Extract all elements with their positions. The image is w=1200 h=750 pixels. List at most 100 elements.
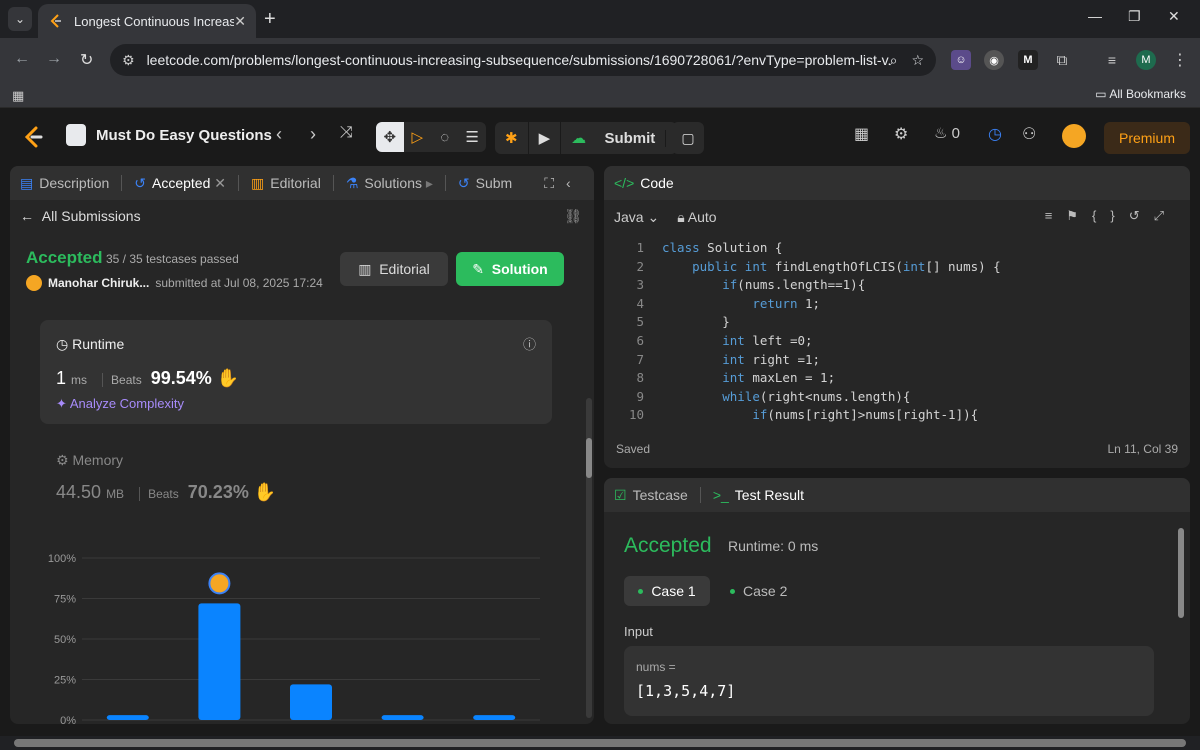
tab-solutions[interactable]: ⚗ Solutions ▸ [346,175,433,192]
distribution-bar[interactable] [198,603,241,720]
shuffle-icon[interactable]: ⤨ [340,124,353,142]
code-line[interactable]: 6 int left =0; [604,333,1190,352]
reset-icon[interactable]: ↺ [1129,208,1154,223]
code-line[interactable]: 5 } [604,314,1190,333]
media-icon[interactable]: ≡ [1102,50,1122,70]
bookmark-star-icon[interactable]: ☆ [911,52,924,69]
bookmarks-bar: ▦ ▭ All Bookmarks [0,82,1200,108]
tab-search-icon[interactable]: ⌄ [8,7,32,31]
medium-extension-icon[interactable]: M [1018,50,1038,70]
tab-description[interactable]: ▤ Description [20,175,109,192]
author-avatar[interactable] [26,275,42,291]
distribution-bar[interactable] [381,715,424,720]
your-submission-avatar[interactable] [208,572,231,595]
streak-counter[interactable]: ♨ 0 [934,124,960,142]
author-name[interactable]: Manohar Chiruk... [48,276,149,290]
auto-mode[interactable]: 🔒︎ Auto [677,209,716,226]
browser-menu-icon[interactable]: ⋮ [1170,50,1190,70]
horizontal-scrollbar[interactable] [0,736,1200,750]
case-2-tab[interactable]: Case 2 [730,576,787,606]
solution-button[interactable]: ✎ Solution [456,252,564,286]
collapse-icon[interactable]: ‹ [566,175,571,191]
share-link-icon[interactable]: ⛓ [564,208,582,225]
submit-button[interactable]: ☁ Submit [561,122,678,154]
restore-icon[interactable]: ❐ [1128,8,1141,25]
user-avatar[interactable] [1062,124,1086,148]
problem-list-button[interactable]: Must Do Easy Questions [66,124,272,146]
distribution-bar[interactable] [473,715,516,720]
timer-icon[interactable]: ◷ [988,124,1002,144]
settings-gear-icon[interactable]: ⚙ [894,124,908,144]
format-icon[interactable]: ≡ [1045,208,1067,223]
apps-grid-icon[interactable]: ▦ [12,88,24,104]
test-scrollbar[interactable] [1178,528,1184,618]
language-select[interactable]: Java ⌄ [614,209,659,226]
expand-icon[interactable]: ⤢ [1154,208,1178,223]
tab-test-result[interactable]: >_ Test Result [713,487,804,503]
tab-code[interactable]: </> Code [614,175,674,191]
line-number: 8 [636,370,644,386]
maximize-icon[interactable]: ⛶ [544,175,554,192]
forward-icon[interactable]: → [46,50,62,68]
tab-editorial[interactable]: ▥ Editorial [251,175,321,192]
extension-icon[interactable]: ☺ [951,50,971,70]
close-window-icon[interactable]: ✕ [1168,8,1180,25]
premium-button[interactable]: Premium [1104,122,1190,154]
distribution-bar[interactable] [106,715,149,720]
close-tab-icon[interactable]: ✕ [234,13,246,30]
code-line[interactable]: 8 int maxLen = 1; [604,370,1190,389]
leetcode-logo-icon[interactable] [22,126,44,148]
bookmark-icon[interactable]: ⚑ [1066,208,1092,223]
address-bar[interactable]: ⚙ leetcode.com/problems/longest-continuo… [110,44,936,76]
zoom-icon[interactable]: ⌕ [890,52,898,69]
add-user-icon[interactable]: ⚇ [1022,124,1036,144]
code-line[interactable]: 1 class Solution { [604,240,1190,259]
code-line[interactable]: 3 if(nums.length==1){ [604,277,1190,296]
tab-testcase[interactable]: ☑ Testcase [614,487,688,504]
scrollbar-thumb[interactable] [586,438,592,478]
extension-icon[interactable]: ◉ [984,50,1004,70]
tab-submissions[interactable]: ↺ Subm [458,175,512,192]
back-icon[interactable]: ← [14,50,30,68]
hide-icon[interactable]: ◌ [431,122,459,152]
tab-accepted[interactable]: ↺ Accepted ✕ [134,175,226,192]
prev-problem-icon[interactable]: ‹ [276,124,282,145]
all-submissions-link[interactable]: ← All Submissions [20,208,141,224]
close-tab-icon[interactable]: ✕ [214,175,226,192]
tab-label: Subm [475,175,513,191]
runtime-card[interactable]: ◷ Runtime ⓘ 1 ms Beats 99.54% ✋ ✦ Analyz… [40,320,552,424]
code-line[interactable]: 2 public int findLengthOfLCIS(int[] nums… [604,259,1190,278]
left-scrollbar[interactable] [586,398,592,718]
info-icon[interactable]: ⓘ [523,334,536,353]
editorial-button[interactable]: ▥ Editorial [340,252,448,286]
move-icon[interactable]: ✥ [376,122,404,152]
layout-grid-icon[interactable]: ▦ [854,124,869,144]
extensions-puzzle-icon[interactable]: ⧉ [1052,50,1072,70]
browser-tab[interactable]: Longest Continuous Increasing ✕ [38,4,256,38]
profile-avatar[interactable]: M [1136,50,1156,70]
memory-title[interactable]: ⚙ Memory [56,452,123,469]
braces-icon[interactable]: {} [1092,208,1129,223]
code-line[interactable]: 7 int right =1; [604,352,1190,371]
play-outline-icon[interactable]: ▷ [404,122,432,152]
settings-sliders-icon[interactable]: ☰ [459,122,487,152]
debug-icon[interactable]: ✱ [495,122,529,154]
minimize-icon[interactable]: — [1088,8,1102,24]
next-problem-icon[interactable]: › [310,124,316,145]
divider [238,175,239,191]
notes-icon[interactable]: ▢ [672,122,704,154]
analyze-complexity-link[interactable]: ✦ Analyze Complexity [56,396,184,412]
site-info-icon[interactable]: ⚙ [122,52,135,69]
case-1-tab[interactable]: Case 1 [624,576,710,606]
all-bookmarks[interactable]: ▭ All Bookmarks [1095,87,1186,101]
distribution-bar[interactable] [290,684,332,720]
code-line[interactable]: 9 while(right<nums.length){ [604,389,1190,408]
code-line[interactable]: 4 return 1; [604,296,1190,315]
new-tab-icon[interactable]: + [264,8,276,31]
code-line[interactable]: 10 if(nums[right]>nums[right-1]){ [604,407,1190,422]
scrollbar-thumb[interactable] [14,739,1186,747]
reload-icon[interactable]: ↻ [80,50,93,70]
run-icon[interactable]: ▶ [529,122,562,154]
editorial-label: Editorial [379,261,430,277]
code-editor[interactable]: 1 class Solution {2 public int findLength… [604,240,1190,422]
